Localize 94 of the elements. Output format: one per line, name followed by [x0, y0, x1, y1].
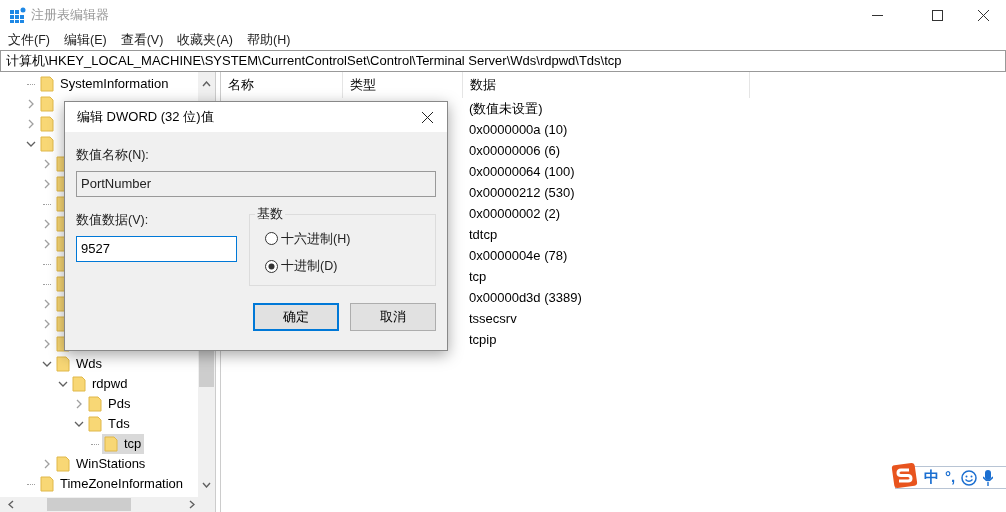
close-icon [977, 9, 989, 21]
table-cell-text: 0x00000212 (530) [468, 183, 575, 202]
chevron-right-icon[interactable] [42, 239, 52, 249]
field-label: 数值名称(N): [76, 147, 150, 164]
value-name-field[interactable]: PortNumber [76, 170, 436, 197]
smiley-icon[interactable] [961, 469, 978, 486]
menu-item[interactable]: 编辑(E) [63, 30, 107, 50]
table-cell-text: tdtcp [468, 225, 498, 244]
radio-button[interactable] [265, 232, 278, 246]
menu-item[interactable]: 文件(F) [8, 30, 50, 50]
table-cell-text: tssecsrv [468, 309, 517, 328]
tree-item[interactable] [38, 94, 57, 114]
menu-item[interactable]: 收藏夹(A) [177, 30, 233, 50]
column-header[interactable]: 名称 [228, 75, 254, 95]
horizontal-scrollbar[interactable] [0, 497, 215, 512]
tree-item-label: rdpwd [92, 375, 128, 394]
tree-item-label: WinStations [76, 455, 146, 474]
window-title: 注册表编辑器 [31, 6, 109, 25]
tree-item[interactable]: Pds [86, 394, 134, 414]
table-cell-text: 0x00000d3d (3389) [468, 288, 582, 307]
table-cell-text: 0x00000064 (100) [468, 162, 575, 181]
folder-icon [72, 376, 86, 392]
chevron-right-icon[interactable] [42, 159, 52, 169]
folder-icon [40, 116, 54, 132]
radio-label: 十进制(D) [281, 258, 338, 276]
tree-item[interactable]: Tds [86, 414, 133, 434]
tree-item-label: TimeZoneInformation [60, 475, 184, 494]
folder-icon [56, 356, 70, 372]
close-icon [421, 111, 433, 123]
table-cell-text: 0x00000002 (2) [468, 204, 561, 223]
scroll-right-icon[interactable] [189, 500, 195, 509]
scroll-down-icon[interactable] [202, 482, 211, 488]
microphone-icon[interactable] [983, 469, 994, 486]
table-cell-text: 0x0000000a (10) [468, 120, 568, 139]
group-label: 基数 [256, 205, 284, 223]
tree-item[interactable] [38, 114, 57, 134]
ime-mode-label[interactable]: °, [945, 466, 956, 489]
folder-icon [40, 96, 54, 112]
chevron-right-icon[interactable] [42, 179, 52, 189]
radio-label: 十六进制(H) [281, 230, 351, 248]
chevron-down-icon[interactable] [26, 139, 36, 149]
tree-item[interactable]: rdpwd [70, 374, 131, 394]
folder-icon [40, 476, 54, 492]
column-header[interactable]: 类型 [350, 75, 376, 95]
field-label: 数值数据(V): [76, 211, 150, 229]
value-data-field[interactable]: 9527 [76, 235, 237, 262]
radio-button[interactable] [265, 260, 278, 274]
chevron-right-icon[interactable] [42, 339, 52, 349]
chevron-right-icon[interactable] [74, 399, 84, 409]
ime-mode-label[interactable]: 中 [924, 466, 939, 489]
tree-item[interactable]: Wds [54, 354, 105, 374]
chevron-right-icon[interactable] [42, 319, 52, 329]
address-bar[interactable]: 计算机\HKEY_LOCAL_MACHINE\SYSTEM\CurrentControlSet\Control\Terminal Server\Wds\rdpwd\Tds\tcp [0, 50, 1006, 72]
dialog-title: 编辑 DWORD (32 位)值 [77, 108, 214, 127]
tree-item[interactable]: TimeZoneInformation [38, 474, 187, 494]
chevron-down-icon[interactable] [58, 379, 68, 389]
app-icon [9, 6, 27, 24]
maximize-icon [931, 9, 943, 21]
table-cell-text: tcp [468, 267, 487, 286]
table-cell-text: tcpip [468, 330, 497, 349]
chevron-down-icon[interactable] [42, 359, 52, 369]
folder-icon [40, 76, 54, 92]
folder-icon [88, 396, 102, 412]
tree-item-label: SystemInformation [60, 75, 169, 94]
tree-item-label: tcp [124, 435, 142, 454]
dialog-button[interactable]: 取消 [350, 302, 436, 331]
column-header[interactable]: 数据 [470, 75, 496, 95]
tree-item-label: Pds [108, 395, 131, 414]
table-cell-text: (数值未设置) [468, 99, 543, 118]
tree-item[interactable]: WinStations [54, 454, 149, 474]
chevron-right-icon[interactable] [42, 299, 52, 309]
chevron-right-icon[interactable] [42, 219, 52, 229]
folder-icon [104, 436, 118, 452]
folder-icon [56, 456, 70, 472]
tree-item[interactable]: SystemInformation [38, 74, 172, 94]
chevron-down-icon[interactable] [74, 419, 84, 429]
table-cell-text: 0x0000004e (78) [468, 246, 568, 265]
tree-item-label: Tds [108, 415, 130, 434]
tree-item[interactable]: tcp [102, 434, 145, 454]
radio-option[interactable]: 十进制(D) [265, 257, 420, 276]
dialog-button[interactable]: 确定 [253, 302, 339, 331]
table-cell-text: 0x00000006 (6) [468, 141, 561, 160]
menu-item[interactable]: 帮助(H) [247, 30, 291, 50]
scroll-left-icon[interactable] [8, 500, 14, 509]
scroll-up-icon[interactable] [202, 81, 211, 87]
chevron-right-icon[interactable] [42, 459, 52, 469]
folder-icon [88, 416, 102, 432]
radio-option[interactable]: 十六进制(H) [265, 229, 420, 249]
scrollbar-thumb[interactable] [47, 498, 131, 511]
menu-item[interactable]: 查看(V) [120, 30, 164, 50]
chevron-right-icon[interactable] [26, 99, 36, 109]
folder-icon [40, 136, 54, 152]
chevron-right-icon[interactable] [26, 119, 36, 129]
tree-item-label: Wds [76, 355, 102, 374]
